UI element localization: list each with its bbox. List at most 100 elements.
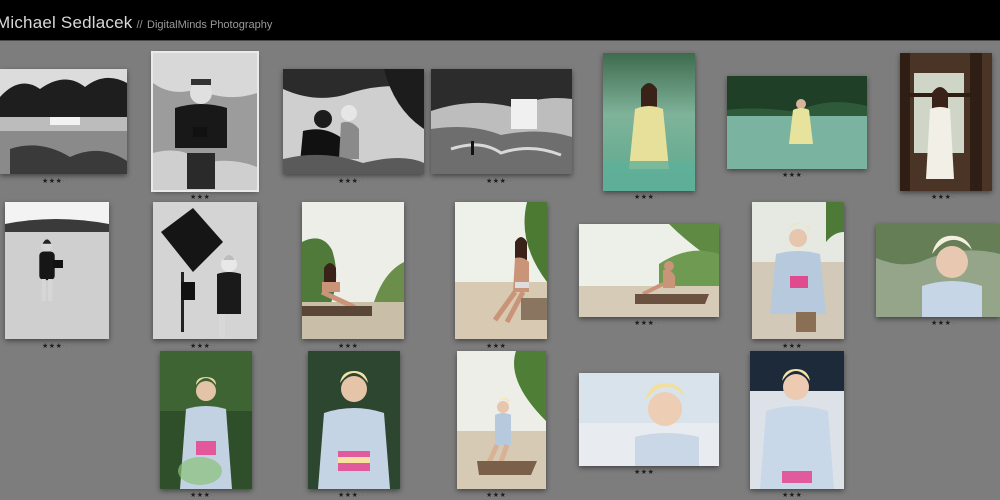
- photo-thumbnail-bikini-model-on-log[interactable]: [302, 202, 404, 339]
- star-filled-icon[interactable]: ★: [493, 492, 500, 499]
- star-empty-icon[interactable]: ·: [657, 320, 660, 327]
- star-empty-icon[interactable]: ·: [805, 492, 808, 499]
- photo-thumbnail-photographer-standing-in-river-bw[interactable]: [5, 202, 109, 339]
- star-empty-icon[interactable]: ·: [954, 194, 957, 201]
- star-filled-icon[interactable]: ★: [190, 194, 197, 201]
- star-rating[interactable]: ★★★··: [486, 492, 512, 500]
- star-rating[interactable]: ★★★··: [634, 469, 660, 477]
- star-filled-icon[interactable]: ★: [42, 343, 49, 350]
- star-filled-icon[interactable]: ★: [338, 343, 345, 350]
- star-empty-icon[interactable]: ·: [509, 492, 512, 499]
- photo-thumbnail-blonde-model-denim-portrait[interactable]: [308, 351, 400, 489]
- star-rating[interactable]: ★★★··: [931, 194, 957, 202]
- star-filled-icon[interactable]: ★: [486, 178, 493, 185]
- star-filled-icon[interactable]: ★: [486, 492, 493, 499]
- star-rating[interactable]: ★★★··: [486, 343, 512, 351]
- star-rating[interactable]: ★★★··: [338, 492, 364, 500]
- photo-thumbnail-blonde-model-denim-shirt-beach[interactable]: [752, 202, 844, 339]
- photo-thumbnail-blonde-model-denim-bikini[interactable]: [750, 351, 844, 489]
- star-rating[interactable]: ★★★··: [486, 178, 512, 186]
- star-filled-icon[interactable]: ★: [782, 492, 789, 499]
- photo-thumbnail-woman-yellow-dress-in-water[interactable]: [603, 53, 695, 191]
- photo-thumbnail-blonde-model-in-greenery[interactable]: [160, 351, 252, 489]
- star-filled-icon[interactable]: ★: [190, 343, 197, 350]
- star-filled-icon[interactable]: ★: [338, 178, 345, 185]
- star-empty-icon[interactable]: ·: [509, 178, 512, 185]
- photo-thumbnail-bikini-model-sitting-on-beach[interactable]: [455, 202, 547, 339]
- studio-name: DigitalMinds Photography: [147, 19, 273, 31]
- photo-thumbnail-blonde-model-portrait-close-up[interactable]: [876, 224, 1000, 317]
- photo-thumbnail-blonde-model-on-driftwood[interactable]: [457, 351, 546, 489]
- star-empty-icon[interactable]: ·: [213, 492, 216, 499]
- star-filled-icon[interactable]: ★: [493, 178, 500, 185]
- star-empty-icon[interactable]: ·: [65, 178, 68, 185]
- star-filled-icon[interactable]: ★: [634, 320, 641, 327]
- star-empty-icon[interactable]: ·: [954, 320, 957, 327]
- star-filled-icon[interactable]: ★: [42, 178, 49, 185]
- star-rating[interactable]: ★★★··: [634, 320, 660, 328]
- star-filled-icon[interactable]: ★: [49, 178, 56, 185]
- star-empty-icon[interactable]: ·: [509, 343, 512, 350]
- star-filled-icon[interactable]: ★: [197, 194, 204, 201]
- photo-thumbnail-river-cascade-bw[interactable]: [431, 69, 572, 174]
- star-filled-icon[interactable]: ★: [938, 194, 945, 201]
- star-rating[interactable]: ★★★··: [931, 320, 957, 328]
- star-empty-icon[interactable]: ·: [213, 343, 216, 350]
- photo-thumbnail-blonde-model-headshot-light[interactable]: [579, 373, 719, 466]
- star-filled-icon[interactable]: ★: [345, 343, 352, 350]
- star-filled-icon[interactable]: ★: [789, 343, 796, 350]
- photo-thumbnail-photographer-on-rocks-bw[interactable]: [151, 51, 259, 192]
- site-brand[interactable]: Michael Sedlacek// DigitalMinds Photogra…: [0, 13, 272, 33]
- star-rating[interactable]: ★★★··: [782, 492, 808, 500]
- star-rating[interactable]: ★★★··: [782, 343, 808, 351]
- star-filled-icon[interactable]: ★: [641, 469, 648, 476]
- star-filled-icon[interactable]: ★: [938, 320, 945, 327]
- star-filled-icon[interactable]: ★: [789, 172, 796, 179]
- photo-thumbnail-studio-softbox-setup-bw[interactable]: [153, 202, 257, 339]
- star-rating[interactable]: ★★★··: [634, 194, 660, 202]
- star-filled-icon[interactable]: ★: [49, 343, 56, 350]
- star-empty-icon[interactable]: ·: [213, 194, 216, 201]
- star-empty-icon[interactable]: ·: [805, 172, 808, 179]
- star-empty-icon[interactable]: ·: [361, 178, 364, 185]
- star-rating[interactable]: ★★★··: [782, 172, 808, 180]
- star-filled-icon[interactable]: ★: [931, 194, 938, 201]
- star-filled-icon[interactable]: ★: [493, 343, 500, 350]
- star-filled-icon[interactable]: ★: [641, 194, 648, 201]
- star-empty-icon[interactable]: ·: [805, 343, 808, 350]
- star-filled-icon[interactable]: ★: [789, 492, 796, 499]
- star-filled-icon[interactable]: ★: [641, 320, 648, 327]
- star-filled-icon[interactable]: ★: [486, 343, 493, 350]
- star-filled-icon[interactable]: ★: [782, 343, 789, 350]
- star-filled-icon[interactable]: ★: [634, 194, 641, 201]
- star-empty-icon[interactable]: ·: [657, 194, 660, 201]
- star-rating[interactable]: ★★★··: [190, 194, 216, 202]
- star-empty-icon[interactable]: ·: [657, 469, 660, 476]
- star-empty-icon[interactable]: ·: [361, 492, 364, 499]
- star-filled-icon[interactable]: ★: [345, 178, 352, 185]
- star-rating[interactable]: ★★★··: [42, 343, 68, 351]
- star-filled-icon[interactable]: ★: [197, 492, 204, 499]
- star-rating[interactable]: ★★★··: [190, 492, 216, 500]
- photo-thumbnail-waterfall-landscape-bw[interactable]: [0, 69, 127, 174]
- star-empty-icon[interactable]: ·: [65, 343, 68, 350]
- star-rating[interactable]: ★★★··: [338, 343, 364, 351]
- star-filled-icon[interactable]: ★: [782, 172, 789, 179]
- star-filled-icon[interactable]: ★: [345, 492, 352, 499]
- photographer-name: Michael Sedlacek: [0, 13, 133, 32]
- photo-thumbnail-woman-white-dress-by-window[interactable]: [900, 53, 992, 191]
- photo-thumbnail-model-reclining-on-log[interactable]: [579, 224, 719, 317]
- star-filled-icon[interactable]: ★: [634, 469, 641, 476]
- star-filled-icon[interactable]: ★: [338, 492, 345, 499]
- top-bar: Michael Sedlacek// DigitalMinds Photogra…: [0, 0, 1000, 41]
- photo-thumbnail-model-makeup-at-river-bw[interactable]: [283, 69, 424, 174]
- star-rating[interactable]: ★★★··: [42, 178, 68, 186]
- brand-separator: //: [136, 19, 143, 31]
- star-filled-icon[interactable]: ★: [190, 492, 197, 499]
- photo-thumbnail-woman-standing-in-lake[interactable]: [727, 76, 867, 169]
- star-rating[interactable]: ★★★··: [338, 178, 364, 186]
- star-filled-icon[interactable]: ★: [197, 343, 204, 350]
- star-rating[interactable]: ★★★··: [190, 343, 216, 351]
- star-empty-icon[interactable]: ·: [361, 343, 364, 350]
- star-filled-icon[interactable]: ★: [931, 320, 938, 327]
